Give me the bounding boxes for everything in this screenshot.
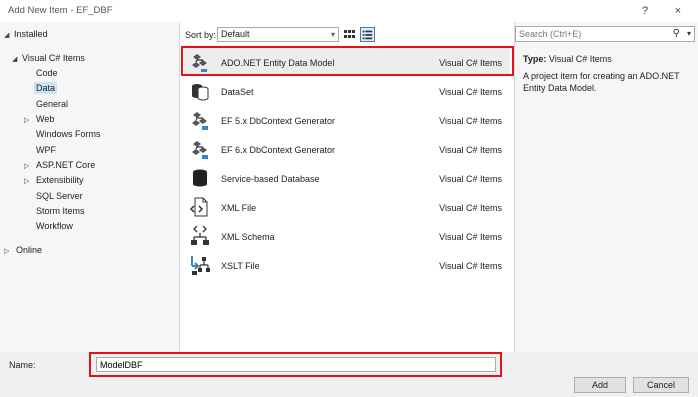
list-item-service-database[interactable]: Service-based Database Visual C# Items xyxy=(184,164,510,192)
list-view-icon[interactable] xyxy=(360,27,375,42)
search-icon[interactable]: ⚲ xyxy=(673,27,680,41)
tree-item-visual-csharp[interactable]: ◢ Visual C# Items xyxy=(12,51,85,66)
item-type-line: Type: Visual C# Items xyxy=(523,54,612,64)
chevron-down-icon: ▾ xyxy=(330,30,335,39)
details-pane: Search (Ctrl+E) ⚲ ▾ Type: Visual C# Item… xyxy=(514,22,698,352)
search-input[interactable]: Search (Ctrl+E) ⚲ ▾ xyxy=(515,26,695,42)
item-category: Visual C# Items xyxy=(439,261,502,271)
item-name: DataSet xyxy=(221,87,254,97)
tree-item-workflow[interactable]: Workflow xyxy=(36,219,73,234)
collapsed-arrow-icon[interactable]: ▷ xyxy=(24,113,34,128)
list-item-dataset[interactable]: DataSet Visual C# Items xyxy=(184,77,510,105)
tree-item-installed[interactable]: ◢ Installed xyxy=(4,27,48,42)
help-button[interactable]: ? xyxy=(635,3,655,19)
item-name: XSLT File xyxy=(221,261,260,271)
tree-item-extensibility[interactable]: ▷ Extensibility xyxy=(24,173,84,188)
tree-item-code[interactable]: Code xyxy=(36,66,58,81)
tree-item-windows-forms[interactable]: Windows Forms xyxy=(36,127,101,142)
window-title: Add New Item - EF_DBF xyxy=(8,5,113,16)
collapsed-arrow-icon[interactable]: ▷ xyxy=(4,244,14,259)
dataset-icon xyxy=(192,84,209,101)
add-button[interactable]: Add xyxy=(574,377,626,393)
item-category: Visual C# Items xyxy=(439,145,502,155)
collapsed-arrow-icon[interactable]: ▷ xyxy=(24,174,34,189)
tree-item-aspnet-core[interactable]: ▷ ASP.NET Core xyxy=(24,158,95,173)
xml-file-icon xyxy=(189,197,208,217)
template-tree: ◢ Installed ◢ Visual C# Items Code Data Ge… xyxy=(0,22,180,352)
item-name: EF 5.x DbContext Generator xyxy=(221,116,336,126)
tree-item-sql-server[interactable]: SQL Server xyxy=(36,189,83,204)
database-icon xyxy=(193,169,207,187)
sort-label: Sort by: xyxy=(185,30,217,40)
ef-generator-icon xyxy=(192,141,208,159)
highlight-box-name-field xyxy=(89,352,502,377)
type-value: Visual C# Items xyxy=(548,54,612,64)
close-button[interactable]: × xyxy=(668,3,688,19)
tree-item-data[interactable]: Data xyxy=(34,81,58,96)
cancel-button[interactable]: Cancel xyxy=(633,377,689,393)
item-category: Visual C# Items xyxy=(439,174,502,184)
item-category: Visual C# Items xyxy=(439,87,502,97)
title-bar: Add New Item - EF_DBF ? × xyxy=(0,0,698,22)
list-item-ef5-generator[interactable]: EF 5.x DbContext Generator Visual C# Ite… xyxy=(184,106,510,134)
ef-generator-icon xyxy=(192,112,208,130)
template-list: ADO.NET Entity Data Model Visual C# Item… xyxy=(180,46,514,352)
list-item-xml-file[interactable]: XML File Visual C# Items xyxy=(184,193,510,221)
collapsed-arrow-icon[interactable]: ▷ xyxy=(24,159,34,174)
item-name: EF 6.x DbContext Generator xyxy=(221,145,336,155)
item-category: Visual C# Items xyxy=(439,203,502,213)
search-placeholder: Search (Ctrl+E) xyxy=(519,29,582,39)
sort-dropdown[interactable]: Default ▾ xyxy=(217,27,339,42)
expanded-arrow-icon[interactable]: ◢ xyxy=(4,28,14,43)
sort-toolbar: Sort by: Default ▾ xyxy=(180,22,514,46)
item-category: Visual C# Items xyxy=(439,116,502,126)
list-item-xslt-file[interactable]: XSLT File Visual C# Items xyxy=(184,251,510,279)
medium-icons-view-icon[interactable] xyxy=(342,27,357,42)
xslt-file-icon xyxy=(191,256,210,275)
xml-schema-icon xyxy=(191,225,209,245)
highlight-box-selected-item xyxy=(181,46,514,76)
tree-item-storm-items[interactable]: Storm Items xyxy=(36,204,85,219)
item-name: XML File xyxy=(221,203,257,213)
name-label: Name: xyxy=(9,360,36,370)
sort-value: Default xyxy=(221,29,250,39)
tree-item-web[interactable]: ▷ Web xyxy=(24,112,54,127)
item-category: Visual C# Items xyxy=(439,232,502,242)
list-item-xml-schema[interactable]: XML Schema Visual C# Items xyxy=(184,222,510,250)
tree-item-online[interactable]: ▷ Online xyxy=(4,243,42,258)
type-label: Type: xyxy=(523,54,547,64)
list-item-ef6-generator[interactable]: EF 6.x DbContext Generator Visual C# Ite… xyxy=(184,135,510,163)
item-name: Service-based Database xyxy=(221,174,320,184)
chevron-down-icon[interactable]: ▾ xyxy=(687,27,691,41)
tree-item-wpf[interactable]: WPF xyxy=(36,143,56,158)
item-description: A project item for creating an ADO.NET E… xyxy=(523,71,680,93)
item-name: XML Schema xyxy=(221,232,275,242)
tree-item-general[interactable]: General xyxy=(36,97,68,112)
expanded-arrow-icon[interactable]: ◢ xyxy=(12,52,22,67)
